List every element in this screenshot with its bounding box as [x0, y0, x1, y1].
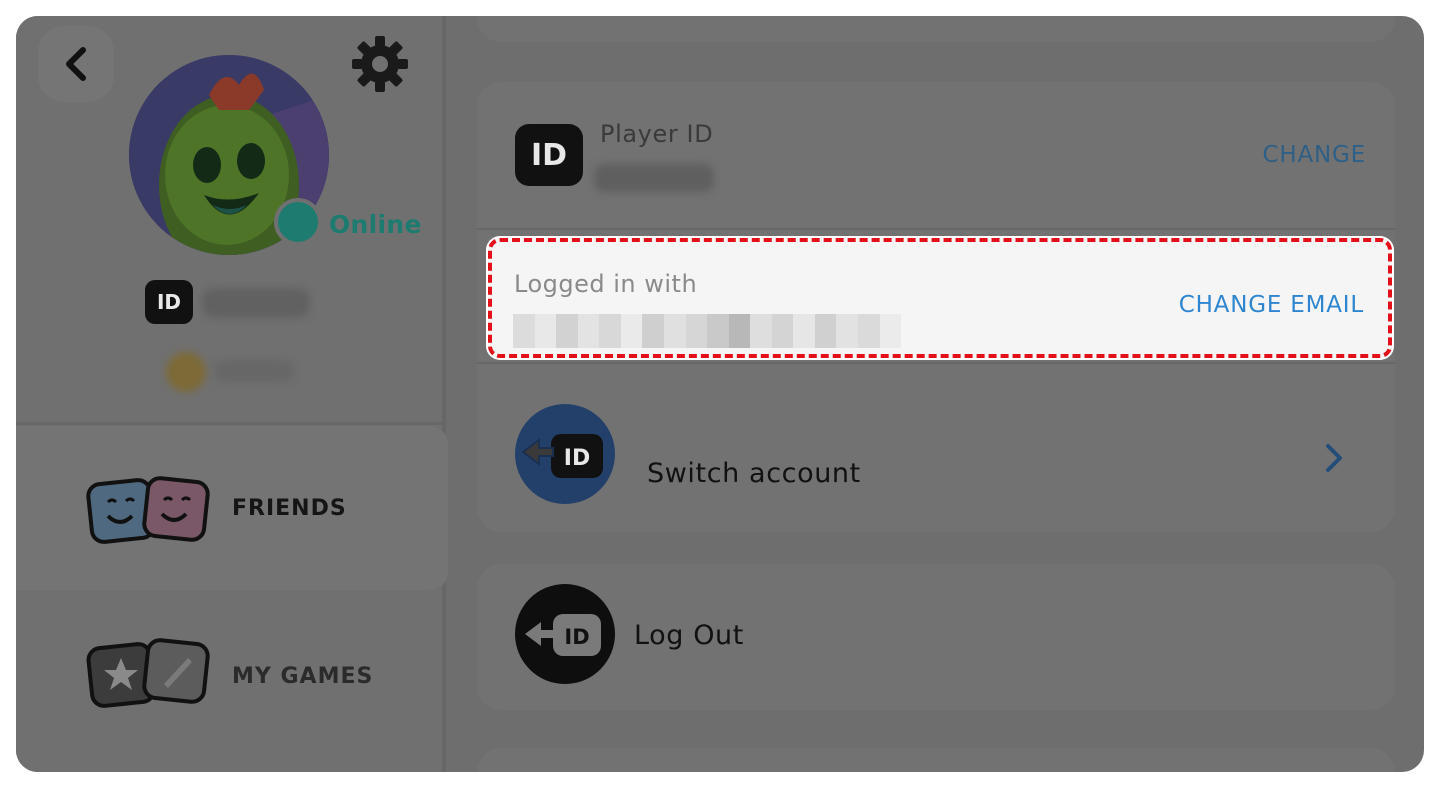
- logged-in-with-label: Logged in with: [514, 270, 698, 298]
- card-top-partial: [477, 16, 1395, 42]
- nav-item-friends[interactable]: FRIENDS: [16, 426, 448, 590]
- switch-account-row[interactable]: ID Switch account: [477, 366, 1395, 532]
- nav-item-my-games[interactable]: MY GAMES: [16, 594, 442, 772]
- log-out-icon: ID: [515, 584, 615, 684]
- redacted-player-id: [594, 164, 714, 192]
- chevron-left-icon: [66, 47, 86, 81]
- player-id-label: Player ID: [600, 120, 714, 148]
- redacted-currency-amount: [214, 360, 294, 382]
- switch-arrows-icon: ID: [521, 434, 603, 478]
- change-player-id-button[interactable]: CHANGE: [1263, 142, 1366, 168]
- redacted-currency-icon: [166, 352, 206, 392]
- back-button[interactable]: [38, 26, 114, 102]
- redacted-username: [202, 288, 310, 318]
- friends-icon: [86, 476, 210, 544]
- chevron-right-icon: [1326, 444, 1342, 472]
- player-id-icon: ID: [515, 124, 583, 186]
- app-frame: Online ID FRIENDS MY GAMES ID Player ID …: [16, 16, 1424, 772]
- settings-button[interactable]: [348, 32, 412, 96]
- log-out-id-badge-text: ID: [564, 625, 589, 649]
- my-games-icon: [86, 638, 210, 708]
- player-id-badge: ID: [145, 280, 193, 324]
- nav-item-label: MY GAMES: [232, 664, 374, 689]
- redacted-email: [513, 314, 902, 348]
- row-separator: [477, 362, 1395, 364]
- log-out-arrow-icon: ID: [525, 614, 601, 656]
- sidebar-separator: [16, 422, 442, 425]
- change-email-button[interactable]: CHANGE EMAIL: [1179, 292, 1364, 318]
- switch-id-badge-text: ID: [564, 446, 590, 471]
- switch-account-label: Switch account: [647, 458, 861, 489]
- log-out-row[interactable]: ID Log Out: [477, 564, 1395, 710]
- switch-account-icon: ID: [515, 404, 615, 504]
- log-out-label: Log Out: [634, 620, 744, 651]
- card-bottom-partial: [477, 748, 1395, 772]
- nav-item-label: FRIENDS: [232, 496, 347, 521]
- online-status-dot: [274, 198, 322, 246]
- online-status-text: Online: [329, 210, 422, 239]
- row-separator: [477, 228, 1395, 230]
- sidebar-divider: [442, 16, 446, 772]
- gear-icon: [352, 36, 408, 92]
